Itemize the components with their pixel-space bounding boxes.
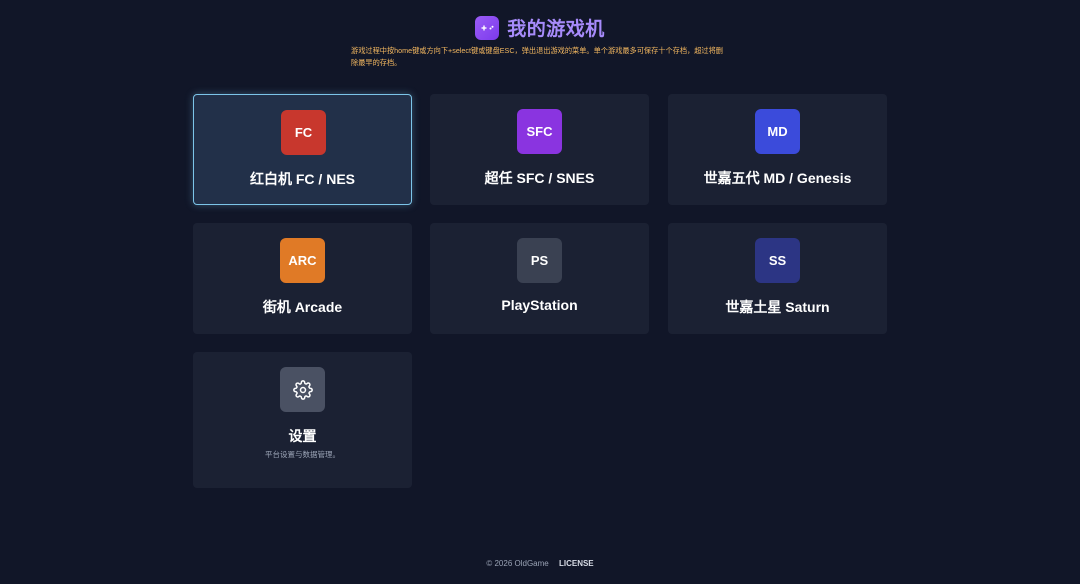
console-badge-ps: PS [517,238,562,283]
console-label: 红白机 FC / NES [249,171,355,187]
console-label: 世嘉五代 MD / Genesis [703,170,852,186]
settings-description: 平台设置与数据管理。 [265,450,340,459]
console-label: 世嘉土星 Saturn [725,299,830,315]
header: 我的游戏机 [0,14,1080,41]
console-label: 超任 SFC / SNES [484,170,595,186]
console-badge-fc: FC [281,110,326,155]
console-card-sfc[interactable]: SFC 超任 SFC / SNES [430,94,649,205]
page: 我的游戏机 游戏过程中按home键或方向下+select键或键盘ESC，弹出退出… [0,0,1080,584]
settings-label: 设置 [288,428,317,444]
console-badge-ss: SS [755,238,800,283]
console-card-ss[interactable]: SS 世嘉土星 Saturn [668,223,887,334]
console-label: PlayStation [501,297,578,313]
page-title: 我的游戏机 [507,19,605,40]
footer: © 2026 OldGame LICENSE [0,559,1080,568]
console-card-fc[interactable]: FC 红白机 FC / NES [193,94,412,205]
copyright-text: © 2026 OldGame [486,559,549,568]
console-badge-md: MD [755,109,800,154]
console-label: 街机 Arcade [262,299,343,315]
gear-icon [280,367,325,412]
console-card-arc[interactable]: ARC 街机 Arcade [193,223,412,334]
usage-notice: 游戏过程中按home键或方向下+select键或键盘ESC，弹出退出游戏的菜单。… [351,46,723,67]
console-badge-arc: ARC [280,238,325,283]
console-card-md[interactable]: MD 世嘉五代 MD / Genesis [668,94,887,205]
license-link[interactable]: LICENSE [559,559,594,568]
console-card-ps[interactable]: PS PlayStation [430,223,649,334]
gamepad-icon [475,15,500,40]
console-badge-sfc: SFC [517,109,562,154]
settings-card[interactable]: 设置 平台设置与数据管理。 [193,352,412,488]
